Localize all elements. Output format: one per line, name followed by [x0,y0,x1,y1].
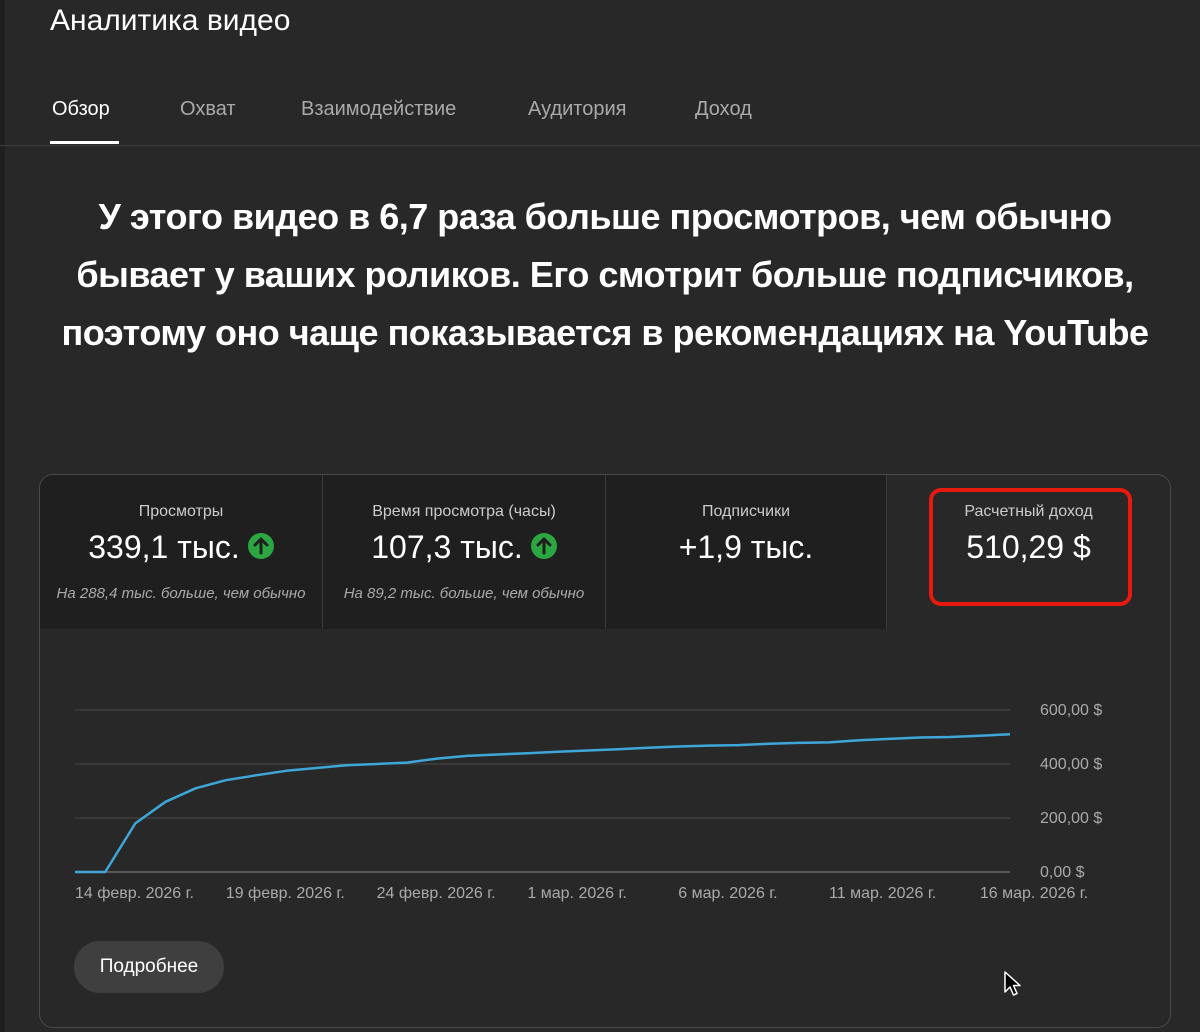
metric-value: +1,9 тыс. [606,529,886,566]
x-tick-label: 16 мар. 2026 г. [980,885,1088,902]
revenue-series-line [75,733,1011,874]
highlight-annotation-box [929,488,1132,606]
metric-label: Просмотры [138,503,224,520]
tab-revenue[interactable]: Доход [695,98,752,121]
trend-up-icon [530,532,557,559]
tab-audience[interactable]: Аудитория [528,98,626,121]
trend-up-icon [247,532,274,559]
x-tick-label: 14 февр. 2026 г. [75,885,194,902]
x-tick-label: 24 февр. 2026 г. [377,885,496,902]
metric-value: 107,3 тыс. [323,529,605,566]
details-button[interactable]: Подробнее [74,941,224,993]
metric-note: На 89,2 тыс. больше, чем обычно [343,585,585,602]
tab-overview[interactable]: Обзор [52,98,110,121]
metric-value: 339,1 тыс. [40,529,322,566]
x-tick-label: 6 мар. 2026 г. [678,885,777,902]
metric-number: 339,1 тыс. [88,529,240,565]
insight-headline: У этого видео в 6,7 раза больше просмотр… [61,196,1150,353]
revenue-line-chart: 0,00 $ 200,00 $ 400,00 $ 600,00 $ 14 февр. 2… [75,702,1102,902]
metric-note: На 288,4 тыс. больше, чем обычно [56,585,306,602]
tabs-divider [0,145,1200,146]
x-tick-label: 19 февр. 2026 г. [226,885,345,902]
x-tick-label: 1 мар. 2026 г. [527,885,626,902]
metrics-card: Просмотры 339,1 тыс. На 288,4 тыс. больш… [39,474,1171,1028]
metric-label: Подписчики [701,503,790,520]
x-tick-label: 11 мар. 2026 г. [829,885,936,902]
y-tick-label: 600,00 $ [1040,702,1102,719]
metric-subscribers[interactable]: Подписчики +1,9 тыс. [606,475,886,629]
mouse-cursor-icon [1004,971,1021,996]
metric-number: 107,3 тыс. [371,529,523,565]
tab-bar: Обзор Охват Взаимодействие Аудитория Дох… [0,88,1200,145]
tab-reach[interactable]: Охват [180,98,236,121]
metric-watch-time[interactable]: Время просмотра (часы) 107,3 тыс. На 89,… [323,475,605,629]
left-edge-strip [0,0,5,1032]
metric-number: +1,9 тыс. [678,529,814,565]
active-tab-indicator [50,141,119,144]
metric-views[interactable]: Просмотры 339,1 тыс. На 288,4 тыс. больш… [40,475,322,629]
metric-label: Время просмотра (часы) [372,503,556,520]
page-title: Аналитика видео [50,4,291,37]
y-tick-label: 200,00 $ [1040,810,1102,827]
y-tick-label: 0,00 $ [1040,864,1085,881]
y-tick-label: 400,00 $ [1040,756,1102,773]
tab-engagement[interactable]: Взаимодействие [301,98,456,121]
